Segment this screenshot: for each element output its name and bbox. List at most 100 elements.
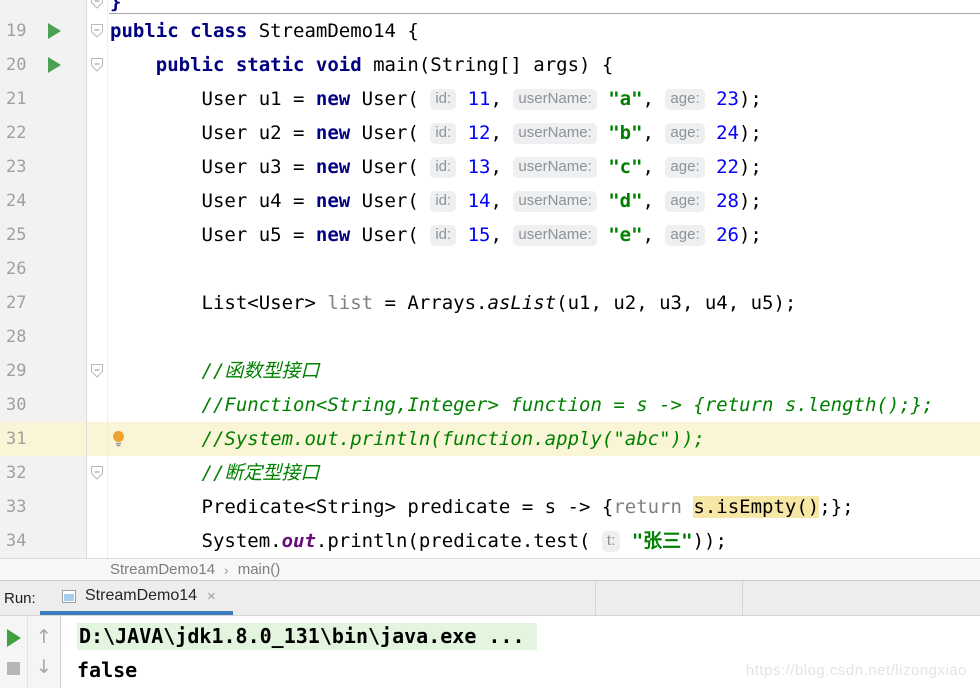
code-editor[interactable]: } 19 public class StreamDemo14 { 20 public … — [0, 0, 980, 558]
code-token: out — [282, 530, 316, 552]
editor-gutter: 26 — [0, 252, 87, 286]
fold-column — [87, 0, 108, 14]
editor-gutter: 24 — [0, 184, 87, 218]
code-token: new — [316, 224, 350, 246]
breadcrumb-item[interactable]: main() — [238, 561, 281, 578]
editor-line-27[interactable]: 27 List<User> list = Arrays.asList(u1, u… — [0, 286, 980, 320]
stop-icon[interactable] — [7, 662, 20, 675]
line-number[interactable]: 30 — [6, 395, 26, 415]
line-number[interactable]: 27 — [6, 293, 26, 313]
code-token — [110, 54, 156, 76]
line-number[interactable]: 32 — [6, 463, 26, 483]
editor-line-28[interactable]: 28 — [0, 320, 980, 354]
line-number[interactable]: 19 — [6, 21, 26, 41]
code-token: , — [491, 190, 514, 212]
editor-line-24[interactable]: 24 User u4 = new User( id: 14, userName:… — [0, 184, 980, 218]
code-token: ); — [739, 88, 762, 110]
code-token: )); — [693, 530, 727, 552]
editor-gutter: 21 — [0, 82, 87, 116]
editor-line-29[interactable]: 29 //函数型接口 — [0, 354, 980, 388]
editor-gutter: 32 — [0, 456, 87, 490]
editor-line-21[interactable]: 21 User u1 = new User( id: 11, userName:… — [0, 82, 980, 116]
editor-line-31[interactable]: 31 //System.out.println(function.apply("… — [0, 422, 980, 456]
param-hint: t: — [602, 531, 620, 552]
code-token: , — [491, 156, 514, 178]
code-token: } — [110, 0, 121, 13]
code-text: List<User> list = Arrays.asList(u1, u2, … — [108, 286, 980, 320]
fold-column — [87, 14, 108, 48]
editor-line-26[interactable]: 26 — [0, 252, 980, 286]
fold-icon[interactable] — [91, 58, 104, 73]
param-hint: userName: — [513, 225, 596, 246]
editor-line-30[interactable]: 30 //Function<String,Integer> function =… — [0, 388, 980, 422]
fold-icon[interactable] — [91, 364, 104, 379]
code-token — [456, 156, 467, 178]
line-number[interactable]: 28 — [6, 327, 26, 347]
code-text: User u1 = new User( id: 11, userName: "a… — [108, 82, 980, 116]
scroll-down-icon[interactable]: ↓ — [36, 658, 52, 677]
line-number[interactable]: 23 — [6, 157, 26, 177]
intention-bulb-icon[interactable] — [112, 431, 125, 448]
code-text: System.out.println(predicate.test( t: "张… — [108, 524, 980, 558]
editor-line-25[interactable]: 25 User u5 = new User( id: 15, userName:… — [0, 218, 980, 252]
scroll-up-icon[interactable]: ↑ — [36, 628, 52, 647]
fold-icon[interactable] — [91, 24, 104, 39]
code-text: //函数型接口 — [108, 354, 980, 388]
editor-line-32[interactable]: 32 //断定型接口 — [0, 456, 980, 490]
run-tab-title: StreamDemo14 — [85, 587, 197, 605]
line-number[interactable]: 26 — [6, 259, 26, 279]
code-text: User u2 = new User( id: 12, userName: "b… — [108, 116, 980, 150]
code-token: public class — [110, 20, 247, 42]
editor-line-23[interactable]: 23 User u3 = new User( id: 13, userName:… — [0, 150, 980, 184]
fold-icon[interactable] — [91, 0, 104, 10]
watermark: https://blog.csdn.net/lizongxiao — [746, 662, 967, 679]
fold-column — [87, 218, 108, 252]
code-token: StreamDemo14 { — [247, 20, 419, 42]
code-token — [597, 88, 608, 110]
line-number[interactable]: 34 — [6, 531, 26, 551]
code-token: new — [316, 88, 350, 110]
code-token: "e" — [608, 224, 642, 246]
run-tab-streamdemo14[interactable]: StreamDemo14 × — [40, 581, 233, 615]
line-number[interactable]: 33 — [6, 497, 26, 517]
code-token: = Arrays. — [373, 292, 487, 314]
line-number[interactable]: 24 — [6, 191, 26, 211]
code-text: public static void main(String[] args) { — [108, 48, 980, 82]
line-number[interactable]: 21 — [6, 89, 26, 109]
code-token: ); — [739, 190, 762, 212]
line-number[interactable]: 29 — [6, 361, 26, 381]
code-text: User u3 = new User( id: 13, userName: "c… — [108, 150, 980, 184]
code-token: return — [613, 496, 682, 518]
code-token — [456, 190, 467, 212]
code-token — [597, 224, 608, 246]
run-line-icon[interactable] — [48, 23, 61, 39]
param-hint: id: — [430, 191, 456, 212]
editor-line-partial[interactable]: } — [0, 0, 980, 14]
code-token: , — [643, 190, 666, 212]
editor-gutter: 20 — [0, 48, 87, 82]
code-token: 23 — [716, 88, 739, 110]
param-hint: id: — [430, 89, 456, 110]
editor-line-20[interactable]: 20 public static void main(String[] args… — [0, 48, 980, 82]
code-token: //断定型接口 — [202, 462, 320, 484]
code-text: //System.out.println(function.apply("abc… — [108, 422, 980, 456]
line-number[interactable]: 25 — [6, 225, 26, 245]
editor-gutter: 19 — [0, 14, 87, 48]
editor-line-33[interactable]: 33 Predicate<String> predicate = s -> {r… — [0, 490, 980, 524]
line-number[interactable]: 22 — [6, 123, 26, 143]
editor-gutter: 28 — [0, 320, 87, 354]
breadcrumb-item[interactable]: StreamDemo14 — [110, 561, 215, 578]
editor-line-22[interactable]: 22 User u2 = new User( id: 12, userName:… — [0, 116, 980, 150]
editor-gutter: 34 — [0, 524, 87, 558]
close-tab-icon[interactable]: × — [207, 588, 216, 605]
line-number[interactable]: 31 — [6, 429, 26, 449]
fold-icon[interactable] — [91, 466, 104, 481]
line-number[interactable]: 20 — [6, 55, 26, 75]
fold-column — [87, 184, 108, 218]
code-text — [108, 320, 980, 354]
run-line-icon[interactable] — [48, 57, 61, 73]
code-text — [108, 252, 980, 286]
editor-line-19[interactable]: 19 public class StreamDemo14 { — [0, 14, 980, 48]
rerun-icon[interactable] — [7, 629, 21, 647]
editor-line-34[interactable]: 34 System.out.println(predicate.test( t:… — [0, 524, 980, 558]
